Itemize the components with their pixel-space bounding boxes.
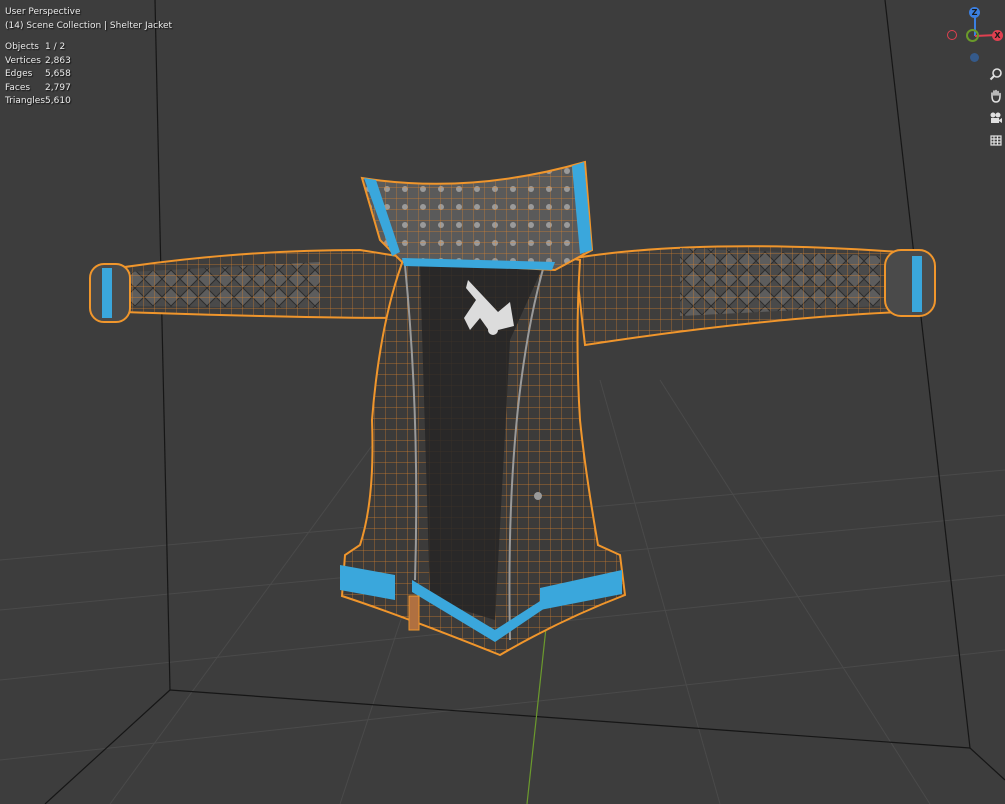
stat-value: 1 / 2 [45,42,66,52]
stat-row-vertices: Vertices 2,863 [5,55,71,69]
3d-viewport[interactable] [0,0,1005,804]
collection-line: (14) Scene Collection | Shelter Jacket [5,20,173,31]
grid-ortho-icon[interactable] [986,131,1005,149]
viewport-info-overlay: User Perspective (14) Scene Collection |… [5,6,172,109]
gizmo-neg-x-axis[interactable] [947,30,957,40]
stat-value: 2,797 [45,82,71,93]
zoom-icon[interactable] [986,65,1005,83]
stat-row-edges: Edges 5,658 [5,68,71,82]
stat-label: Faces [5,82,31,93]
gizmo-y-axis[interactable] [966,29,979,42]
stat-value: 5,658 [45,69,71,79]
stat-row-objects: Objects 1 / 2 [5,41,71,55]
statistics-table: Objects 1 / 2 Vertices 2,863 Edges 5,658… [5,41,71,109]
jacket-model [89,160,936,657]
stat-row-faces: Faces 2,797 [5,82,71,96]
stat-value: 5,610 [45,96,71,106]
gizmo-neg-z-axis[interactable] [970,53,979,62]
magnifier-glyph [989,68,1002,81]
camera-glyph [990,112,1002,123]
stat-label: Edges [5,69,33,79]
stat-row-triangles: Triangles 5,610 [5,95,71,109]
gizmo-x-axis[interactable]: X [992,30,1003,41]
stat-label: Objects [5,42,40,52]
hand-pan-icon[interactable] [986,87,1005,105]
stat-label: Vertices [5,55,41,66]
hand-glyph [991,89,1001,103]
viewport-scene [0,0,1005,804]
camera-icon[interactable] [986,109,1005,127]
stat-label: Triangles [5,96,46,106]
navigation-gizmo[interactable]: Z X [944,4,1005,66]
gizmo-z-axis[interactable]: Z [969,7,980,18]
grid-glyph [990,135,1002,146]
view-name: User Perspective [5,7,81,17]
stat-value: 2,863 [45,55,71,66]
